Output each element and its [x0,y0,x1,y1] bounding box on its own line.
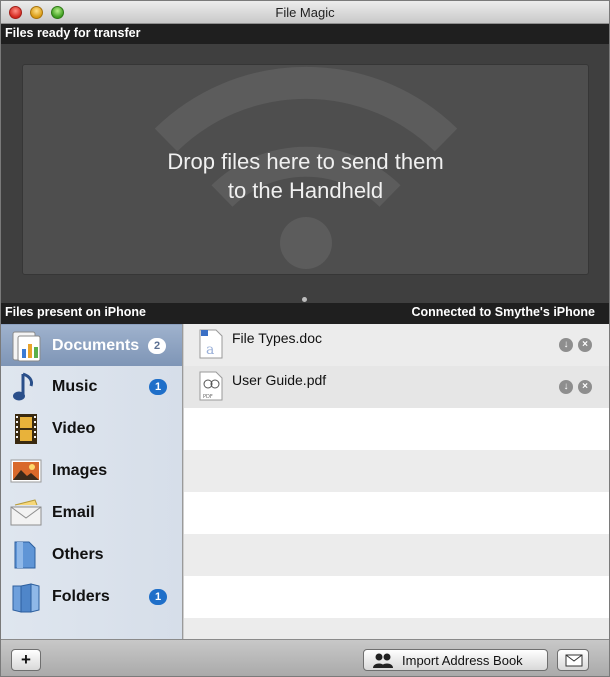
sidebar-item-label: Documents [52,337,140,354]
film-strip-icon [15,414,37,444]
category-sidebar: Documents 2 Music 1 Video Images Email O… [1,324,183,639]
drop-line-1: Drop files here to send them [167,149,444,174]
folders-icon [12,583,40,613]
sidebar-item-label: Video [52,420,96,437]
count-badge: 2 [148,338,166,354]
sidebar-item-label: Folders [52,588,110,605]
documents-icon [12,331,41,362]
splitter-handle[interactable] [302,297,307,302]
empty-row [184,450,609,492]
drop-zone[interactable]: Drop files here to send them to the Hand… [22,64,589,275]
device-header: Files present on iPhone Connected to Smy… [1,303,609,324]
file-list: a File Types.doc ↓ × PDF User Guide.pdf … [184,324,609,639]
file-name: User Guide.pdf [232,372,327,388]
sidebar-item-label: Email [52,504,95,521]
sidebar-item-label: Others [52,546,104,563]
sidebar-item-label: Images [52,462,108,479]
download-icon[interactable]: ↓ [559,338,573,352]
sidebar-item-others[interactable]: Others [1,534,182,576]
transfer-header-label: Files ready for transfer [5,26,141,40]
bottom-toolbar: + Import Address Book [1,639,609,676]
import-address-book-button[interactable]: Import Address Book [363,649,548,671]
others-icon [14,541,36,569]
sidebar-item-folders[interactable]: Folders 1 [1,576,182,618]
count-badge: 1 [149,379,167,395]
sidebar-item-email[interactable]: Email [1,492,182,534]
drop-line-2: to the Handheld [227,178,384,203]
window-title: File Magic [275,5,335,20]
image-icon [10,459,42,483]
file-name: File Types.doc [232,330,323,346]
empty-row [184,576,609,618]
send-mail-button[interactable] [557,649,589,671]
svg-text:a: a [206,342,214,358]
import-address-book-label: Import Address Book [402,653,523,668]
music-note-icon [13,372,33,401]
drop-instructions: Drop files here to send them to the Hand… [23,147,588,205]
transfer-header: Files ready for transfer [1,24,609,44]
file-row[interactable]: PDF User Guide.pdf ↓ × [184,366,609,408]
sidebar-item-music[interactable]: Music 1 [1,366,182,408]
sidebar-item-documents[interactable]: Documents 2 [1,324,182,366]
add-button[interactable]: + [11,649,41,671]
pane-splitter[interactable] [1,295,609,303]
people-icon [373,653,393,668]
title-bar[interactable]: File Magic [1,1,609,24]
connection-status: Connected to Smythe's iPhone [411,305,595,319]
count-badge: 1 [149,589,167,605]
sidebar-item-label: Music [52,378,98,395]
pdf-file-icon: PDF [199,371,223,401]
mail-icon [565,654,583,667]
empty-row [184,618,609,639]
doc-file-icon: a [199,329,223,359]
svg-text:PDF: PDF [203,394,213,400]
app-window: File Magic Files ready for transfer Drop… [0,0,610,677]
remove-icon[interactable]: × [578,380,592,394]
transfer-panel: Drop files here to send them to the Hand… [1,44,609,295]
sidebar-item-video[interactable]: Video [1,408,182,450]
download-icon[interactable]: ↓ [559,380,573,394]
empty-row [184,534,609,576]
empty-row [184,492,609,534]
envelope-icon [10,499,42,526]
remove-icon[interactable]: × [578,338,592,352]
file-row[interactable]: a File Types.doc ↓ × [184,324,609,366]
empty-row [184,408,609,450]
sidebar-item-images[interactable]: Images [1,450,182,492]
device-header-label: Files present on iPhone [5,305,146,319]
